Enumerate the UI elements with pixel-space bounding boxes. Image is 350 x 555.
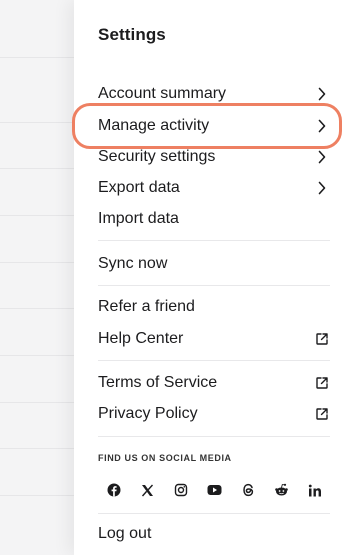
external-link-icon xyxy=(314,375,330,391)
youtube-icon[interactable] xyxy=(205,481,223,499)
reddit-icon[interactable] xyxy=(272,481,290,499)
terms-of-service-label: Terms of Service xyxy=(98,374,218,391)
linkedin-icon[interactable] xyxy=(306,481,324,499)
social-media-heading: FIND US ON SOCIAL MEDIA xyxy=(98,453,232,463)
divider xyxy=(98,285,330,286)
import-data-item[interactable]: Import data xyxy=(98,208,330,230)
terms-of-service-item[interactable]: Terms of Service xyxy=(98,372,330,394)
security-settings-item[interactable]: Security settings xyxy=(98,146,330,168)
export-data-label: Export data xyxy=(98,179,180,196)
export-data-item[interactable]: Export data xyxy=(98,177,330,199)
refer-a-friend-item[interactable]: Refer a friend xyxy=(98,296,330,318)
settings-title: Settings xyxy=(98,25,166,44)
chevron-right-icon xyxy=(314,180,330,196)
divider xyxy=(98,360,330,361)
refer-a-friend-label: Refer a friend xyxy=(98,298,195,315)
background-list xyxy=(0,0,74,555)
facebook-icon[interactable] xyxy=(105,481,123,499)
account-summary-item[interactable]: Account summary xyxy=(98,83,330,105)
help-center-item[interactable]: Help Center xyxy=(98,328,330,350)
privacy-policy-item[interactable]: Privacy Policy xyxy=(98,403,330,425)
account-summary-label: Account summary xyxy=(98,85,227,102)
divider xyxy=(98,240,330,241)
security-settings-label: Security settings xyxy=(98,148,216,165)
privacy-policy-label: Privacy Policy xyxy=(98,405,198,422)
highlight-outline xyxy=(72,103,342,149)
chevron-right-icon xyxy=(314,149,330,165)
threads-icon[interactable] xyxy=(239,481,257,499)
sync-now-label: Sync now xyxy=(98,255,168,272)
external-link-icon xyxy=(314,406,330,422)
x-icon[interactable] xyxy=(138,481,156,499)
chevron-right-icon xyxy=(314,86,330,102)
instagram-icon[interactable] xyxy=(172,481,190,499)
log-out-label: Log out xyxy=(98,525,152,542)
help-center-label: Help Center xyxy=(98,330,184,347)
divider xyxy=(98,436,330,437)
divider xyxy=(98,513,330,514)
settings-panel: Settings Account summary Manage activity… xyxy=(74,0,350,555)
external-link-icon xyxy=(314,331,330,347)
import-data-label: Import data xyxy=(98,210,179,227)
log-out-item[interactable]: Log out xyxy=(98,523,330,545)
sync-now-item[interactable]: Sync now xyxy=(98,253,330,275)
